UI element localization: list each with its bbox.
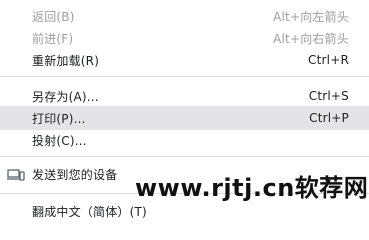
menu-item-send-to-devices-label: 发送到您的设备 (32, 167, 118, 182)
menu-item-cast-label: 投射(C)... (32, 133, 87, 148)
menu-item-print-shortcut: Ctrl+P (309, 111, 349, 125)
menu-item-reload-label: 重新加载(R) (32, 53, 100, 68)
menu-item-cast[interactable]: 投射(C)... (0, 128, 369, 152)
menu-item-reload-shortcut: Ctrl+R (308, 53, 349, 67)
menu-item-forward-label: 前进(F) (32, 31, 74, 46)
menu-item-save-as[interactable]: 另存为(A)... Ctrl+S (0, 84, 369, 108)
menu-item-save-as-shortcut: Ctrl+S (308, 89, 349, 103)
menu-separator (0, 76, 369, 77)
menu-item-reload[interactable]: 重新加载(R) Ctrl+R (0, 48, 369, 72)
menu-item-back-label: 返回(B) (32, 9, 75, 24)
site-watermark: www.rjtj.cn软荐网 (135, 174, 369, 202)
devices-icon (7, 169, 25, 181)
menu-item-back-shortcut: Alt+向左箭头 (273, 9, 349, 24)
menu-item-back[interactable]: 返回(B) Alt+向左箭头 (0, 4, 369, 28)
menu-separator (0, 156, 369, 157)
menu-item-save-as-label: 另存为(A)... (32, 89, 99, 104)
menu-item-translate-label: 翻成中文（简体）(T) (32, 204, 147, 219)
menu-item-print[interactable]: 打印(P)... Ctrl+P (0, 106, 369, 130)
menu-item-forward-shortcut: Alt+向右箭头 (273, 31, 349, 46)
menu-item-print-label: 打印(P)... (32, 111, 86, 126)
menu-item-forward[interactable]: 前进(F) Alt+向右箭头 (0, 26, 369, 50)
